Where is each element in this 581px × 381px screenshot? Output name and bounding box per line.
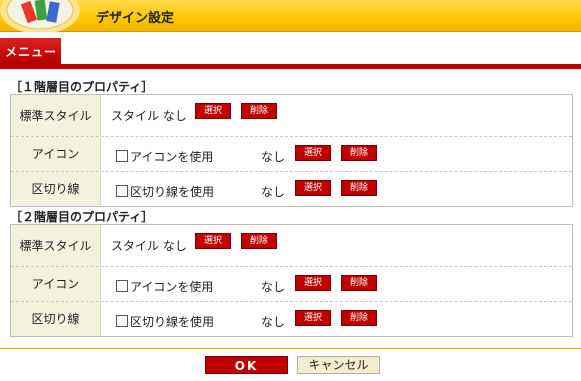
divider-value: なし [261,185,286,199]
delete-button[interactable]: 削除 [341,180,377,196]
delete-button[interactable]: 削除 [341,275,377,291]
use-divider-checkbox[interactable] [116,185,128,197]
ok-button[interactable]: OK [205,356,288,374]
row-label: 標準スタイル [11,225,101,266]
delete-button[interactable]: 削除 [241,103,277,119]
checkbox-label: アイコンを使用 [130,150,214,164]
row-label: 標準スタイル [11,95,101,136]
select-button[interactable]: 選択 [295,275,331,291]
row-label: アイコン [11,137,101,171]
properties-table-level-2: 標準スタイル スタイル なし 選択 削除 アイコン アイコンを使用 なし 選択 … [10,224,573,337]
select-button[interactable]: 選択 [195,233,231,249]
style-value: スタイル なし [111,239,187,253]
select-button[interactable]: 選択 [295,145,331,161]
checkbox-label: 区切り線を使用 [130,315,215,329]
row-label: 区切り線 [11,172,101,206]
icon-value: なし [261,280,286,294]
use-icon-checkbox[interactable] [116,150,128,162]
delete-button[interactable]: 削除 [341,310,377,326]
checkbox-label: 区切り線を使用 [130,185,215,199]
row-label: 区切り線 [11,302,101,336]
section-heading-level-1: ［１階層目のプロパティ］ [10,80,154,94]
properties-table-level-1: 標準スタイル スタイル なし 選択 削除 アイコン アイコンを使用 なし 選択 … [10,94,573,207]
cancel-button[interactable]: キャンセル [297,356,380,374]
row-standard-style: 標準スタイル スタイル なし 選択 削除 [11,95,572,136]
row-label: アイコン [11,267,101,301]
use-icon-checkbox[interactable] [116,280,128,292]
menu-bar: メニュー [0,38,581,69]
delete-button[interactable]: 削除 [241,233,277,249]
divider-value: なし [261,315,286,329]
row-standard-style: 標準スタイル スタイル なし 選択 削除 [11,225,572,266]
section-heading-level-2: ［２階層目のプロパティ］ [10,210,154,224]
icon-value: なし [261,150,286,164]
select-button[interactable]: 選択 [195,103,231,119]
style-value: スタイル なし [111,109,187,123]
use-divider-checkbox[interactable] [116,315,128,327]
title-bar: デザイン設定 [0,0,581,32]
row-divider: 区切り線 区切り線を使用 なし 選択 削除 [11,301,572,336]
select-button[interactable]: 選択 [295,310,331,326]
row-icon: アイコン アイコンを使用 なし 選択 削除 [11,266,572,301]
row-icon: アイコン アイコンを使用 なし 選択 削除 [11,136,572,171]
checkbox-label: アイコンを使用 [130,280,214,294]
design-palette-icon [0,0,80,32]
window-title: デザイン設定 [96,11,175,26]
select-button[interactable]: 選択 [295,180,331,196]
row-divider: 区切り線 区切り線を使用 なし 選択 削除 [11,171,572,206]
footer-divider [0,348,581,349]
menu-tab[interactable]: メニュー [0,38,61,64]
delete-button[interactable]: 削除 [341,145,377,161]
